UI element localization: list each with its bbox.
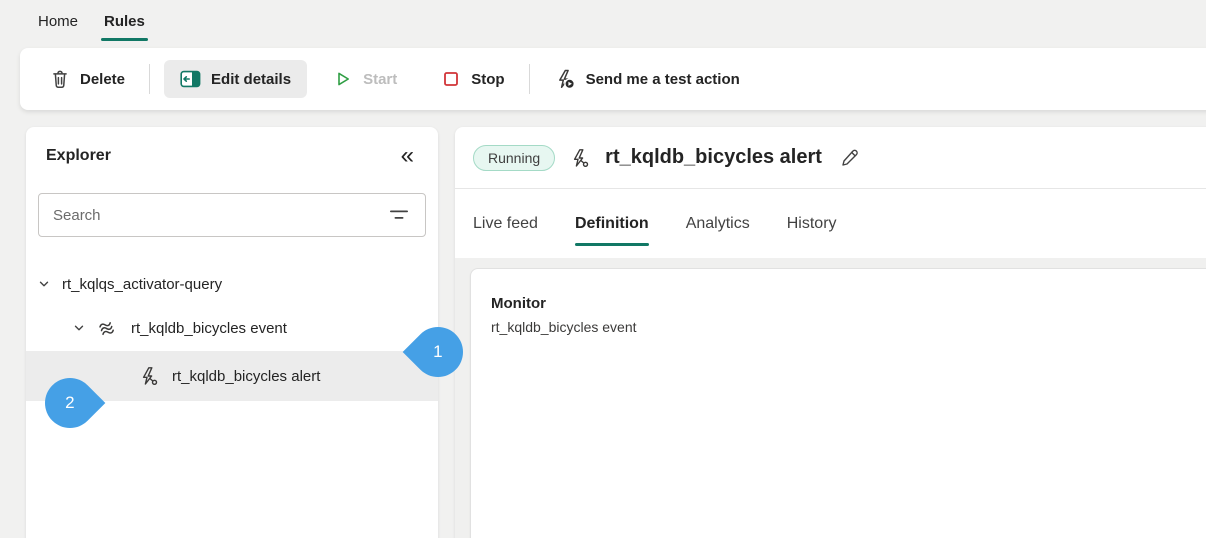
- title-row: Running rt_kqldb_bicycles alert: [455, 127, 1206, 189]
- callout-number: 1: [433, 342, 443, 361]
- rule-icon: [138, 365, 160, 387]
- search-box: [38, 193, 426, 237]
- stop-icon: [441, 69, 461, 89]
- edit-details-button[interactable]: Edit details: [164, 60, 308, 98]
- monitor-heading: Monitor: [491, 295, 546, 312]
- send-test-action-button[interactable]: Send me a test action: [544, 60, 750, 98]
- test-action-bolt-icon: [554, 68, 576, 90]
- detail-tabs: Live feed Definition Analytics History: [455, 189, 1206, 258]
- rule-icon: [569, 147, 591, 169]
- toolbar-divider: [528, 64, 530, 94]
- tree-item-label: rt_kqldb_bicycles alert: [172, 367, 321, 385]
- toolbar: Delete Edit details Start Stop Send me a…: [20, 48, 1206, 110]
- delete-button[interactable]: Delete: [40, 61, 135, 97]
- edit-details-label: Edit details: [211, 70, 292, 88]
- stop-button[interactable]: Stop: [431, 61, 514, 97]
- top-nav: Home Rules: [0, 0, 1206, 44]
- tab-rules[interactable]: Rules: [101, 0, 148, 44]
- eventstream-icon: [97, 317, 119, 339]
- page-title: rt_kqldb_bicycles alert: [605, 146, 822, 168]
- filter-icon[interactable]: [389, 208, 409, 222]
- stop-label: Stop: [471, 70, 505, 88]
- start-icon: [333, 69, 353, 89]
- start-label: Start: [363, 70, 398, 88]
- edit-details-icon: [180, 69, 201, 89]
- tree-item-label: rt_kqldb_bicycles event: [131, 319, 287, 337]
- status-badge: Running: [473, 144, 556, 171]
- explorer-tree: rt_kqlqs_activator-query rt_kqldb_bicycl…: [26, 263, 438, 401]
- delete-label: Delete: [80, 70, 126, 88]
- tree-item-label: rt_kqlqs_activator-query: [62, 275, 223, 293]
- tab-history[interactable]: History: [787, 189, 837, 258]
- edit-title-pencil-icon[interactable]: [840, 147, 861, 168]
- search-input[interactable]: [39, 206, 389, 224]
- monitor-card: Monitor rt_kqldb_bicycles event: [470, 268, 1206, 538]
- collapse-panel-icon[interactable]: «: [401, 144, 414, 168]
- explorer-panel: Explorer « rt_kqlqs_activator-query: [26, 127, 438, 538]
- definition-content: Monitor rt_kqldb_bicycles event: [455, 258, 1206, 538]
- monitor-value: rt_kqldb_bicycles event: [491, 319, 637, 335]
- callout-number: 2: [65, 393, 75, 412]
- trash-icon: [50, 69, 70, 89]
- chevron-down-icon[interactable]: [38, 278, 50, 290]
- explorer-title: Explorer: [46, 147, 111, 164]
- tab-definition[interactable]: Definition: [574, 189, 649, 258]
- main-panel: Running rt_kqldb_bicycles alert Live fee…: [455, 127, 1206, 538]
- tab-live-feed[interactable]: Live feed: [473, 189, 538, 258]
- start-button[interactable]: Start: [323, 61, 407, 97]
- toolbar-divider: [149, 64, 151, 94]
- tab-analytics[interactable]: Analytics: [686, 189, 750, 258]
- chevron-down-icon[interactable]: [73, 322, 85, 334]
- send-test-action-label: Send me a test action: [585, 70, 740, 88]
- tree-item-activator-query[interactable]: rt_kqlqs_activator-query: [26, 263, 438, 305]
- tab-home[interactable]: Home: [38, 0, 78, 44]
- tree-item-bicycles-event[interactable]: rt_kqldb_bicycles event: [26, 305, 438, 351]
